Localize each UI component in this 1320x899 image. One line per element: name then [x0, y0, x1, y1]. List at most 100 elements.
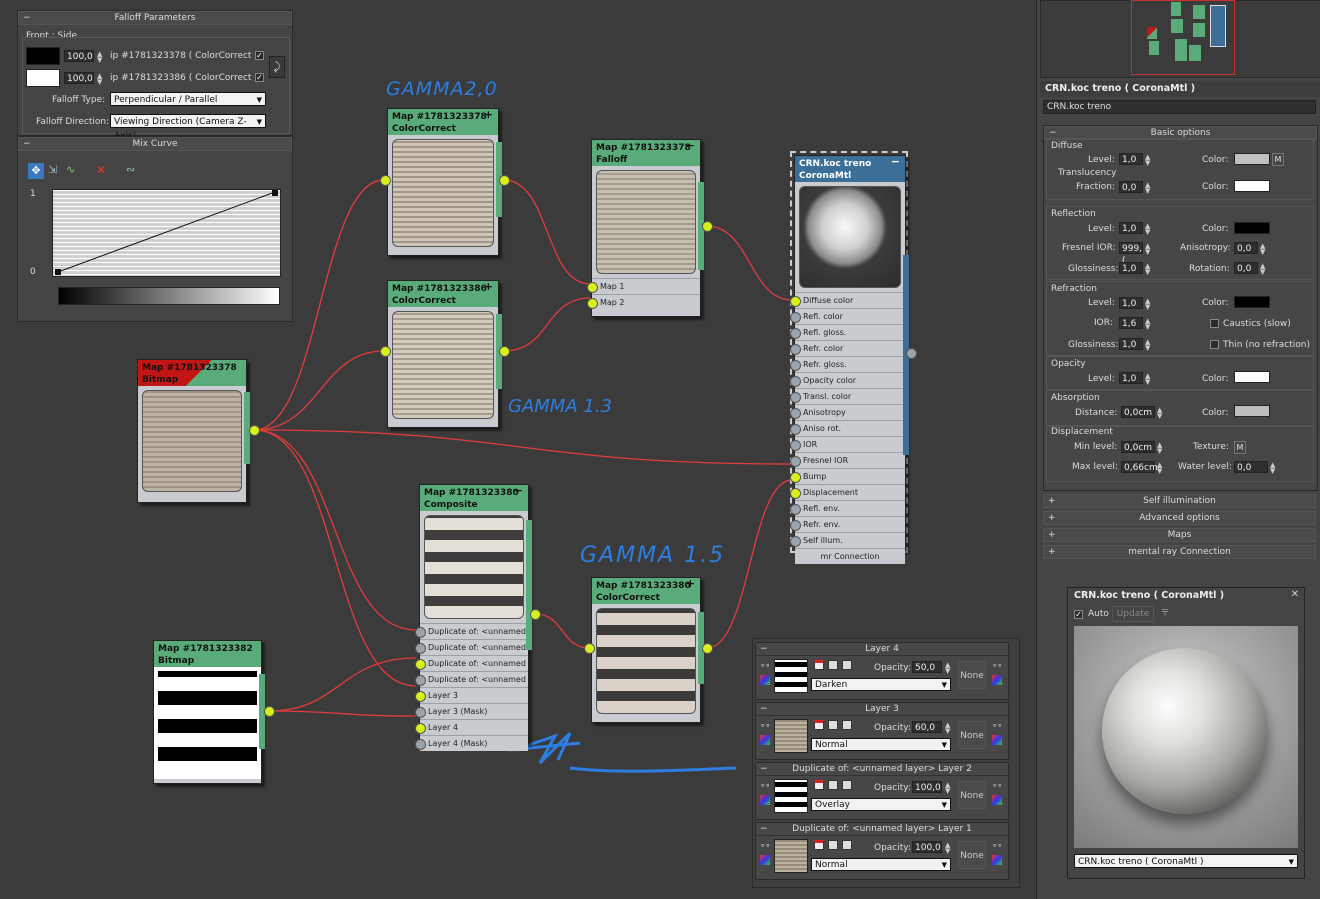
falloff-node-header[interactable]: Map #1781323378 Falloff −	[592, 140, 700, 166]
slot-dot[interactable]	[587, 282, 598, 293]
bitmap-1-output-dot[interactable]	[249, 425, 260, 436]
bitmap-node-1[interactable]: Map #1781323378 Bitmap	[137, 359, 247, 503]
falloff-output-dot[interactable]	[702, 221, 713, 232]
spinner-arrows-icon[interactable]: ▲▼	[945, 842, 950, 855]
slot-dot[interactable]	[790, 520, 801, 531]
falloff-type-dropdown[interactable]: Perpendicular / Parallel ▼	[110, 92, 266, 106]
side-amount-spinner[interactable]: 100,0	[64, 72, 94, 84]
param-spinner[interactable]: 1,0	[1119, 153, 1143, 165]
duplicate-layer-icon[interactable]	[828, 660, 838, 670]
param-spinner[interactable]: 1,0	[1119, 372, 1143, 384]
close-icon[interactable]: ✕	[1291, 589, 1299, 600]
colorcorrect-node-1-header[interactable]: Map #1781323378 ColorCorrect +	[388, 109, 498, 135]
color-correct-icon[interactable]	[760, 735, 770, 745]
front-amount-spinner[interactable]: 100,0	[64, 50, 94, 62]
delete-layer-icon[interactable]	[814, 780, 824, 790]
falloff-slot-map1[interactable]: Map 1	[587, 278, 700, 294]
composite-slot[interactable]: Duplicate of: <unnamed l...	[415, 639, 528, 667]
composite-node[interactable]: Map #1781323380 Composite − Duplicate of…	[415, 484, 529, 751]
spinner-arrows-icon[interactable]: ▲▼	[945, 722, 950, 735]
slot-dot[interactable]	[790, 504, 801, 515]
material-slot[interactable]: Self illum.	[790, 532, 905, 548]
slot-dot[interactable]	[415, 627, 426, 638]
delete-point-icon[interactable]: ✕	[96, 163, 106, 177]
rollout-advanced-options[interactable]: + Advanced options	[1043, 511, 1316, 525]
param-spinner[interactable]: 1,6	[1119, 317, 1143, 329]
composite-slot[interactable]: Layer 4	[415, 719, 528, 735]
update-button[interactable]: Update	[1112, 606, 1154, 622]
material-slot[interactable]: Displacement	[790, 484, 905, 500]
param-spinner[interactable]: 1,0	[1119, 338, 1143, 350]
material-slot[interactable]: Anisotropy	[790, 404, 905, 420]
colorcorrect-node-2[interactable]: Map #1781323386 ColorCorrect +	[387, 280, 499, 428]
param-checkbox[interactable]	[1210, 319, 1219, 328]
rollout-self-illumination[interactable]: + Self illumination	[1043, 494, 1316, 508]
spinner-arrows-icon[interactable]: ▲▼	[97, 51, 102, 64]
mask-none-button[interactable]: None	[958, 841, 986, 869]
insert-point-icon[interactable]: ∿	[66, 163, 75, 176]
material-slot[interactable]: Refr. gloss.	[790, 356, 905, 372]
slot-dot[interactable]	[415, 675, 426, 686]
layer-header[interactable]: − Layer 3	[756, 703, 1008, 716]
expand-icon[interactable]: +	[484, 281, 493, 293]
material-slot[interactable]: Refl. env.	[790, 500, 905, 516]
composite-slot[interactable]: Duplicate of: <unnamed l...	[415, 655, 528, 683]
material-slot[interactable]: Bump	[790, 468, 905, 484]
scale-point-icon[interactable]: ⇲	[48, 163, 57, 176]
copy-layer-icon[interactable]	[842, 720, 852, 730]
map-button[interactable]: M	[1272, 153, 1284, 166]
param-spinner[interactable]: 0,0cm	[1121, 441, 1155, 453]
collapse-icon[interactable]: −	[891, 156, 900, 168]
slot-dot[interactable]	[790, 424, 801, 435]
material-footer[interactable]: mr Connection	[795, 548, 905, 564]
color-correct-icon[interactable]	[760, 795, 770, 805]
side-color-swatch[interactable]	[26, 69, 60, 87]
color-swatch[interactable]	[1234, 371, 1270, 383]
delete-layer-icon[interactable]	[814, 840, 824, 850]
param-spinner[interactable]: 0,0	[1234, 242, 1258, 254]
layer-thumbnail[interactable]	[774, 779, 808, 813]
slot-dot[interactable]	[790, 408, 801, 419]
mask-eye-icon[interactable]: ∘∘	[992, 781, 1002, 790]
auto-checkbox[interactable]: ✓	[1074, 610, 1083, 619]
duplicate-layer-icon[interactable]	[828, 840, 838, 850]
slot-dot[interactable]	[790, 488, 801, 499]
slot-dot[interactable]	[790, 440, 801, 451]
front-color-swatch[interactable]	[26, 47, 60, 65]
composite-slot[interactable]: Layer 4 (Mask)	[415, 735, 528, 751]
color-swatch[interactable]	[1234, 153, 1270, 165]
colorcorrect-node-3-header[interactable]: Map #1781323380 ColorCorrect +	[592, 578, 700, 604]
mask-eye-icon[interactable]: ∘∘	[992, 661, 1002, 670]
swap-colors-icon[interactable]: ⤸	[269, 56, 285, 78]
colorcorrect-node-2-header[interactable]: Map #1781323386 ColorCorrect +	[388, 281, 498, 307]
slot-dot[interactable]	[415, 691, 426, 702]
material-node[interactable]: CRN.koc treno CoronaMtl − Diffuse color R…	[790, 155, 906, 564]
slot-dot[interactable]	[790, 296, 801, 307]
bitmap-2-output-dot[interactable]	[264, 706, 275, 717]
param-checkbox[interactable]	[1210, 340, 1219, 349]
blend-mode-dropdown[interactable]: Normal ▼	[811, 858, 951, 871]
opacity-spinner[interactable]: 100,0	[912, 781, 942, 793]
eye-icon[interactable]: ∘∘	[760, 781, 770, 790]
layer-thumbnail[interactable]	[774, 839, 808, 873]
slot-dot[interactable]	[415, 643, 426, 654]
layer-header[interactable]: − Duplicate of: <unnamed layer> Layer 2	[756, 763, 1008, 776]
layer-thumbnail[interactable]	[774, 719, 808, 753]
material-name-field[interactable]: CRN.koc treno	[1043, 100, 1316, 114]
delete-layer-icon[interactable]	[814, 660, 824, 670]
material-output-dot[interactable]	[906, 348, 917, 359]
slot-dot[interactable]	[790, 376, 801, 387]
param-spinner[interactable]: 1,0	[1119, 222, 1143, 234]
spinner-arrows-icon[interactable]: ▲▼	[97, 73, 102, 86]
slot-dot[interactable]	[415, 723, 426, 734]
slot-dot[interactable]	[790, 312, 801, 323]
colorcorrect-1-output-dot[interactable]	[499, 175, 510, 186]
bitmap-node-2[interactable]: Map #1781323382 Bitmap	[153, 640, 262, 784]
material-slot[interactable]: Refr. env.	[790, 516, 905, 532]
color-correct-icon[interactable]	[760, 675, 770, 685]
colorcorrect-3-input-dot[interactable]	[584, 643, 595, 654]
front-map-checkbox[interactable]: ✓	[255, 51, 264, 60]
delete-layer-icon[interactable]	[814, 720, 824, 730]
composite-output-dot[interactable]	[530, 609, 541, 620]
composite-slot[interactable]: Duplicate of: <unnamed l...	[415, 623, 528, 651]
